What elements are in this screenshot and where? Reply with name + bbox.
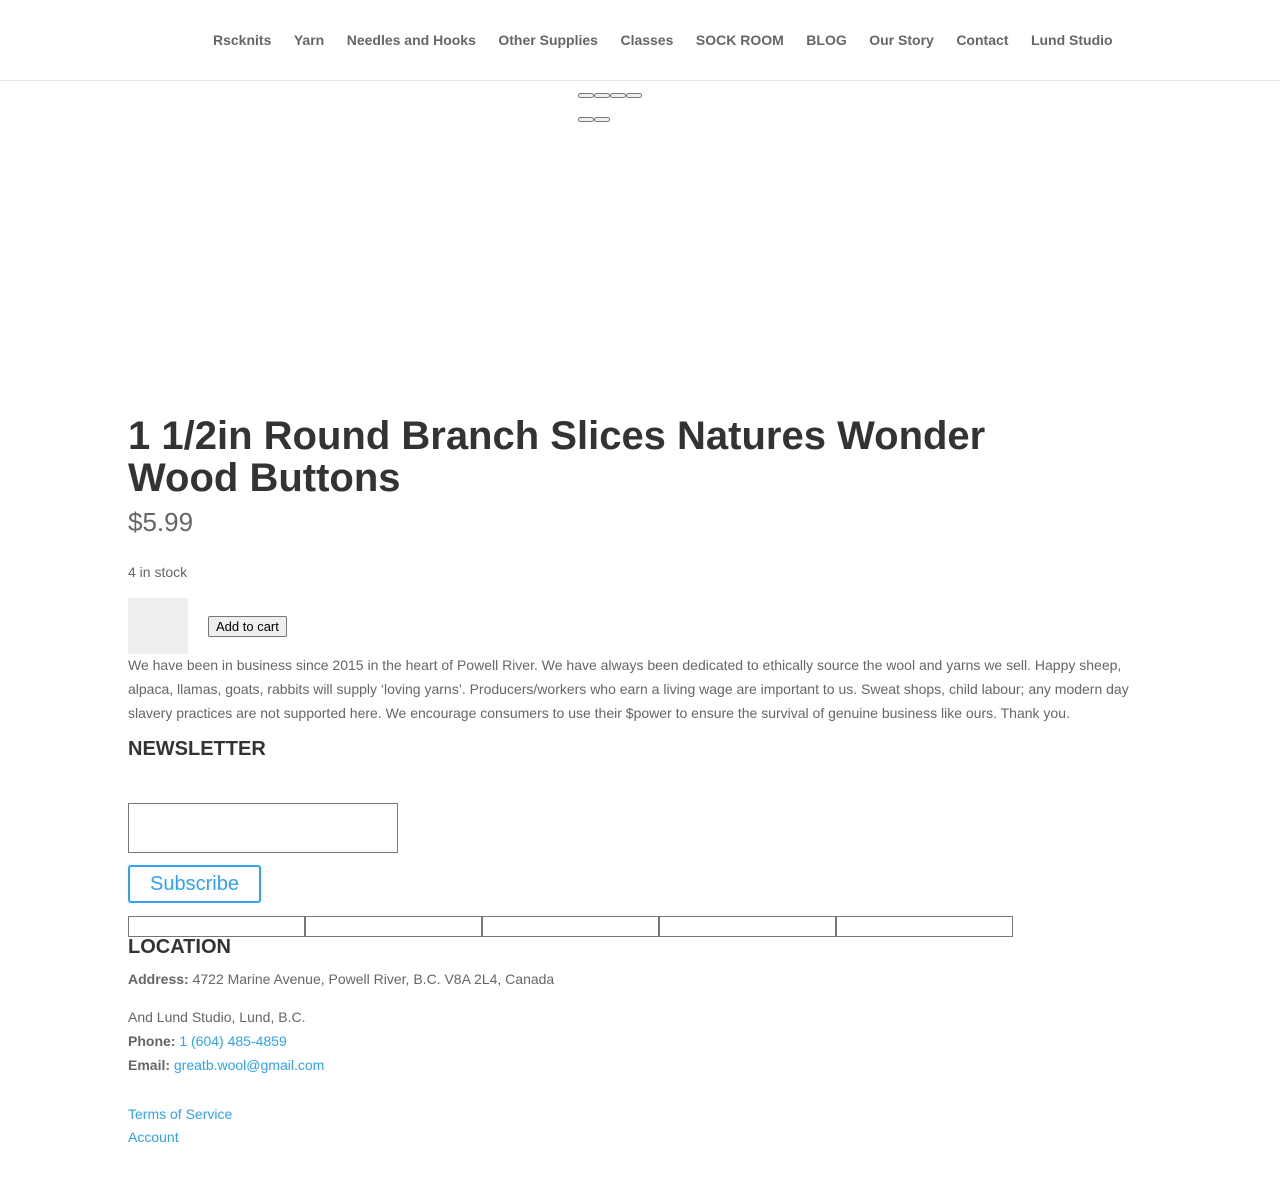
- newsletter-heading: NEWSLETTER: [128, 738, 266, 760]
- nav-item-needles-and-hooks[interactable]: Needles and Hooks: [347, 32, 476, 48]
- gallery-thumbnail-buttons-row-2: [578, 117, 610, 122]
- phone-link[interactable]: 1 (604) 485-4859: [179, 1033, 286, 1049]
- nav-item-yarn[interactable]: Yarn: [294, 32, 324, 48]
- second-location-line: And Lund Studio, Lund, B.C.: [128, 1009, 306, 1025]
- subscribe-button[interactable]: Subscribe: [128, 865, 261, 903]
- gallery-thumb-button[interactable]: [610, 93, 626, 98]
- nav-item-our-story[interactable]: Our Story: [869, 32, 934, 48]
- address-value: 4722 Marine Avenue, Powell River, B.C. V…: [192, 971, 555, 987]
- email-line: Email: greatb.wool@gmail.com: [128, 1053, 324, 1077]
- social-links-row: [128, 916, 1013, 937]
- nav-item-lund-studio[interactable]: Lund Studio: [1031, 32, 1113, 48]
- nav-item-classes[interactable]: Classes: [620, 32, 673, 48]
- phone-label: Phone:: [128, 1033, 176, 1049]
- social-link-button[interactable]: [659, 916, 836, 937]
- social-link-button[interactable]: [128, 916, 305, 937]
- product-price: $5.99: [128, 507, 194, 537]
- nav-item-sock-room[interactable]: SOCK ROOM: [696, 32, 784, 48]
- stock-status: 4 in stock: [128, 564, 188, 580]
- social-link-button[interactable]: [836, 916, 1013, 937]
- social-link-button[interactable]: [482, 916, 659, 937]
- address-label: Address:: [128, 971, 189, 987]
- gallery-thumb-button[interactable]: [578, 117, 594, 122]
- site-header: Rscknits Yarn Needles and Hooks Other Su…: [0, 0, 1280, 81]
- email-label: Email:: [128, 1057, 171, 1073]
- gallery-thumb-button[interactable]: [626, 93, 642, 98]
- nav-item-contact[interactable]: Contact: [956, 32, 1008, 48]
- phone-line: Phone: 1 (604) 485-4859: [128, 1029, 287, 1053]
- add-to-cart-button[interactable]: Add to cart: [208, 616, 287, 637]
- newsletter-email-input[interactable]: [128, 803, 398, 853]
- nav-item-rscknits[interactable]: Rscknits: [213, 32, 271, 48]
- nav-item-blog[interactable]: BLOG: [806, 32, 846, 48]
- address-line: Address: 4722 Marine Avenue, Powell Rive…: [128, 967, 554, 991]
- gallery-thumb-button[interactable]: [594, 117, 610, 122]
- social-link-button[interactable]: [305, 916, 482, 937]
- quantity-input[interactable]: [128, 598, 188, 654]
- about-text: We have been in business since 2015 in t…: [128, 657, 1129, 721]
- gallery-thumb-button[interactable]: [594, 93, 610, 98]
- main-nav: Rscknits Yarn Needles and Hooks Other Su…: [213, 32, 1135, 48]
- gallery-thumbnail-buttons-row-1: [578, 93, 642, 98]
- terms-of-service-link[interactable]: Terms of Service: [128, 1106, 232, 1122]
- gallery-thumb-button[interactable]: [578, 93, 594, 98]
- product-title: 1 1/2in Round Branch Slices Natures Wond…: [128, 414, 986, 500]
- nav-item-other-supplies[interactable]: Other Supplies: [498, 32, 598, 48]
- account-link[interactable]: Account: [128, 1129, 179, 1145]
- location-heading: LOCATION: [128, 936, 231, 958]
- email-link[interactable]: greatb.wool@gmail.com: [174, 1057, 324, 1073]
